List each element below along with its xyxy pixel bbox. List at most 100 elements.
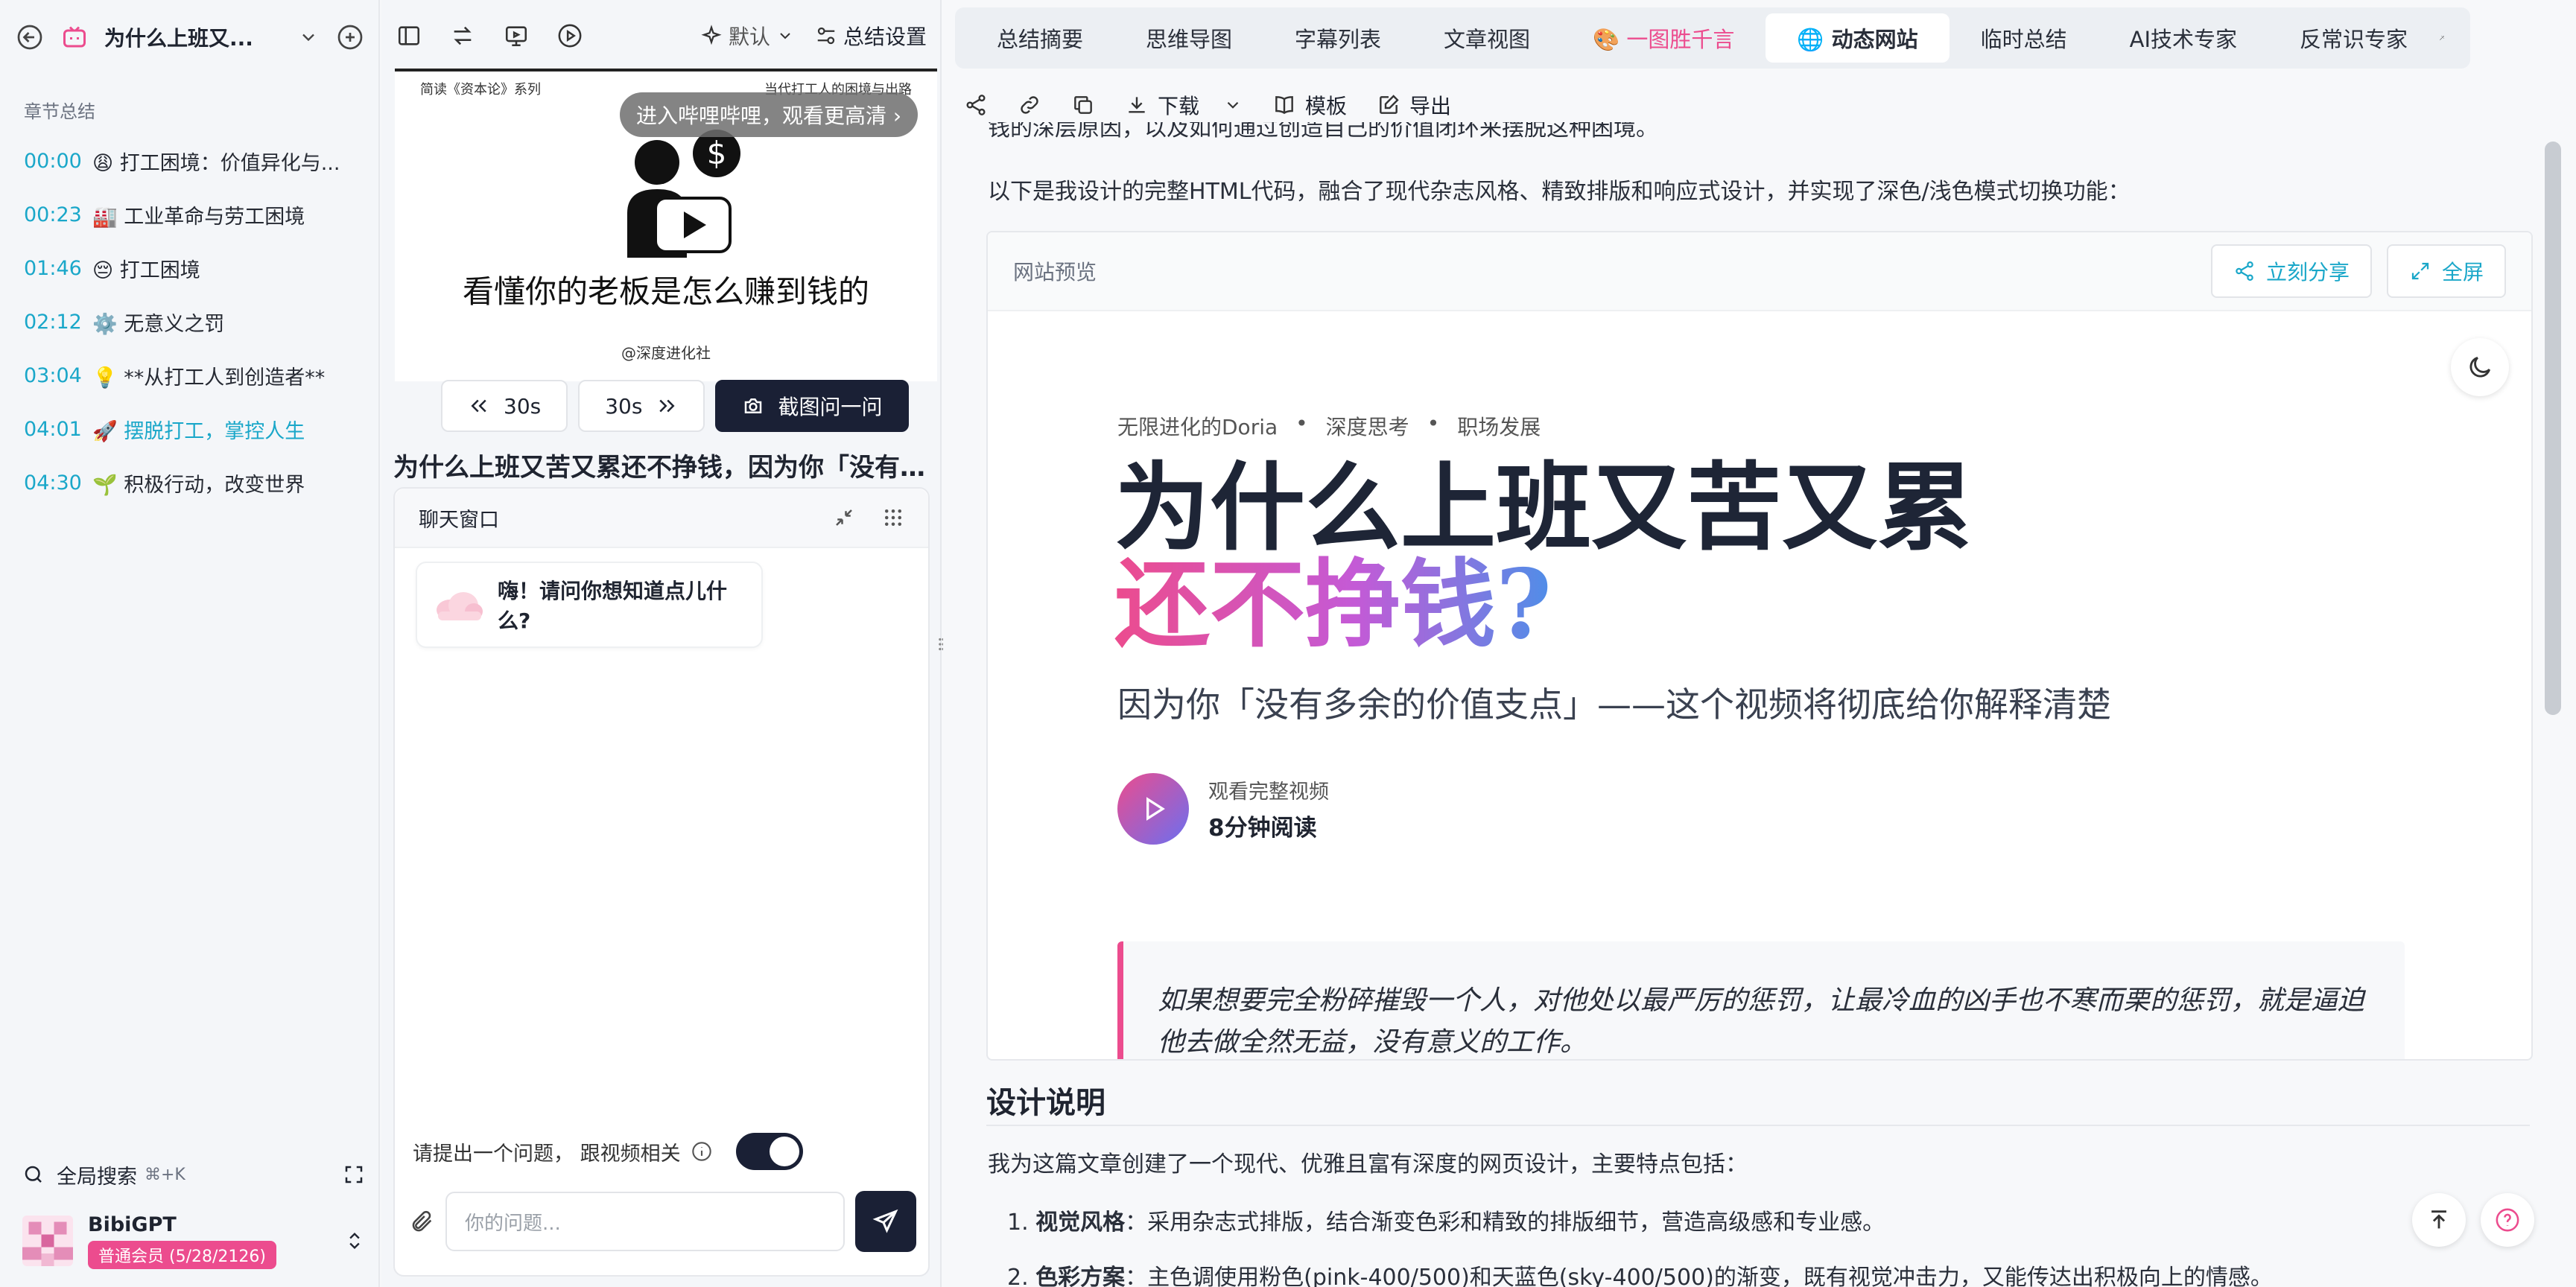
- template-label: 模板: [1305, 94, 1348, 118]
- search-shortcut: ⌘+K: [145, 1165, 185, 1184]
- membership-badge: 普通会员 (5/28/2126): [88, 1240, 276, 1269]
- help-button[interactable]: [2481, 1193, 2534, 1247]
- chevron-down-icon: [776, 27, 794, 45]
- link-icon[interactable]: [1018, 93, 1041, 117]
- tab-dynamic-website[interactable]: 🌐 动态网站: [1766, 13, 1950, 63]
- play-circle-icon[interactable]: [557, 23, 583, 48]
- chapter-item[interactable]: 01:46 😔 打工困境: [24, 241, 367, 295]
- screenshot-label: 截图问一问: [778, 395, 883, 419]
- list-bold: 视觉风格: [1035, 1210, 1126, 1236]
- chapter-item-active[interactable]: 04:01 🚀 摆脱打工，掌控人生: [24, 402, 367, 456]
- meta-separator: •: [1295, 411, 1308, 436]
- global-search[interactable]: 全局搜索 ⌘+K: [22, 1158, 365, 1191]
- divider: [986, 1125, 2530, 1126]
- preview-label: 网站预览: [1013, 260, 1097, 285]
- export-edit-icon: [1377, 93, 1400, 117]
- expand-icon[interactable]: [343, 1163, 365, 1186]
- grid-dots-icon[interactable]: [882, 506, 904, 529]
- info-icon[interactable]: [691, 1141, 712, 1162]
- tab-contrarian-expert[interactable]: 反常识专家: [2268, 13, 2439, 63]
- watch-video-cta[interactable]: 观看完整视频 8分钟阅读: [1117, 773, 1329, 845]
- cloud-icon: [437, 592, 483, 620]
- tab-temp-summary[interactable]: 临时总结: [1950, 13, 2098, 63]
- fast-forward-icon: [656, 395, 678, 417]
- tab-mindmap[interactable]: 思维导图: [1114, 13, 1263, 63]
- hero-subtitle: 因为你「没有多余的价值支点」——这个视频将彻底给你解释清楚: [1117, 684, 2111, 725]
- magic-wand-icon[interactable]: [2439, 25, 2445, 51]
- share-now-button[interactable]: 立刻分享: [2210, 244, 2372, 298]
- global-search-label: 全局搜索: [57, 1165, 137, 1189]
- chapter-label: 🏭 工业革命与劳工困境: [92, 205, 305, 229]
- export-button[interactable]: 导出: [1377, 90, 1451, 120]
- camera-icon: [742, 395, 764, 417]
- moon-icon: [2469, 356, 2491, 378]
- video-toolbar: 默认 总结设置: [381, 0, 942, 72]
- chapter-label: 😩 打工困境：价值异化与...: [92, 151, 340, 175]
- question-input[interactable]: 你的问题...: [445, 1192, 845, 1251]
- preset-dropdown[interactable]: 默认: [700, 21, 794, 51]
- list-text: ：采用杂志式排版，结合渐变色彩和精致的排版细节，营造高级感和专业感。: [1125, 1210, 1885, 1236]
- chapter-time: 04:01: [24, 417, 82, 441]
- chat-header: 聊天窗口: [395, 489, 928, 548]
- chapter-item[interactable]: 02:12 ⚙️ 无意义之罚: [24, 295, 367, 349]
- tab-summary[interactable]: 总结摘要: [965, 13, 1114, 63]
- template-button[interactable]: 模板: [1272, 90, 1347, 120]
- open-bilibili-button[interactable]: 进入哔哩哔哩，观看更高清 ›: [620, 92, 919, 137]
- send-icon: [872, 1209, 898, 1233]
- share-icon[interactable]: [964, 93, 988, 117]
- back-arrow-icon[interactable]: [16, 24, 43, 51]
- chevron-down-icon[interactable]: [298, 27, 319, 48]
- chapter-list: 00:00 😩 打工困境：价值异化与... 00:23 🏭 工业革命与劳工困境 01…: [24, 134, 367, 509]
- user-profile[interactable]: BibiGPT 普通会员 (5/28/2126): [22, 1213, 365, 1269]
- play-button[interactable]: [1117, 773, 1189, 845]
- chapter-item[interactable]: 03:04 💡 **从打工人到创造者**: [24, 349, 367, 402]
- scrollbar-thumb[interactable]: [2545, 142, 2561, 715]
- sidebar-toggle-icon[interactable]: [396, 23, 422, 48]
- article-meta: 无限进化的Doria • 深度思考 • 职场发展: [1117, 411, 1541, 441]
- video-related-toggle[interactable]: [735, 1133, 803, 1170]
- share-icon: [2233, 260, 2256, 282]
- rewind-30s-button[interactable]: 30s: [441, 380, 568, 432]
- fullscreen-button[interactable]: 全屏: [2386, 244, 2506, 298]
- copy-icon[interactable]: [1071, 93, 1095, 117]
- send-button[interactable]: [855, 1191, 916, 1252]
- chapter-time: 00:23: [24, 203, 82, 226]
- screen-cast-icon[interactable]: [504, 23, 529, 48]
- summary-settings-button[interactable]: 总结设置: [815, 21, 927, 51]
- bilibili-tv-icon: [61, 24, 88, 51]
- scroll-top-button[interactable]: [2412, 1193, 2466, 1247]
- add-circle-icon[interactable]: [337, 24, 364, 51]
- tab-infographic[interactable]: 🎨 一图胜千言: [1561, 13, 1766, 63]
- tab-ai-expert[interactable]: AI技术专家: [2098, 13, 2268, 63]
- tab-subtitles[interactable]: 字幕列表: [1263, 13, 1412, 63]
- sidebar: 为什么上班又... 章节总结 00:00 😩 打工困境：价值异化与... 00:2…: [0, 0, 380, 1287]
- meta-tag: 深度思考: [1325, 415, 1409, 439]
- swap-icon[interactable]: [450, 23, 475, 48]
- attachment-icon[interactable]: [410, 1209, 435, 1234]
- intro-text: 以下是我设计的完整HTML代码，融合了现代杂志风格、精致排版和响应式设计，并实现…: [988, 179, 2131, 205]
- download-button[interactable]: 下载: [1125, 90, 1243, 120]
- user-name: BibiGPT: [88, 1213, 177, 1236]
- video-caption: 看懂你的老板是怎么赚到钱的: [462, 273, 869, 310]
- chapter-item[interactable]: 00:23 🏭 工业革命与劳工困境: [24, 188, 367, 241]
- chapter-label: 💡 **从打工人到创造者**: [92, 366, 326, 390]
- chapter-time: 02:12: [24, 310, 82, 334]
- preset-label: 默认: [728, 25, 770, 49]
- cut-off-text: 钱的深层原因，以及如何通过创造自己的价值闭环来摆脱这种困境。: [988, 122, 1658, 142]
- chapter-section-label: 章节总结: [24, 101, 95, 122]
- dark-mode-toggle[interactable]: [2451, 338, 2509, 396]
- collapse-icon[interactable]: [833, 506, 855, 529]
- rewind-icon: [468, 395, 490, 417]
- chapter-item[interactable]: 00:00 😩 打工困境：价值异化与...: [24, 134, 367, 188]
- share-now-label: 立刻分享: [2265, 260, 2350, 285]
- preview-header: 网站预览 立刻分享 全屏: [988, 232, 2531, 311]
- hero-title-line2: 还不挣钱?: [1114, 549, 1552, 661]
- tab-article[interactable]: 文章视图: [1412, 13, 1561, 63]
- chapter-label: 😔 打工困境: [92, 258, 200, 282]
- chat-window: 聊天窗口 嗨！请问你想知道点儿什么? 请提出一个问题， 跟视频相关 你的问题..…: [393, 487, 930, 1277]
- chevron-updown-icon[interactable]: [344, 1230, 365, 1251]
- forward-30s-button[interactable]: 30s: [578, 380, 705, 432]
- chapter-item[interactable]: 04:30 🌱 积极行动，改变世界: [24, 456, 367, 509]
- screenshot-ask-button[interactable]: 截图问一问: [715, 380, 910, 432]
- video-player[interactable]: 简读《资本论》系列 当代打工人的困境与出路 $ 进入哔哩哔哩，观看更高清 › 看…: [395, 69, 937, 381]
